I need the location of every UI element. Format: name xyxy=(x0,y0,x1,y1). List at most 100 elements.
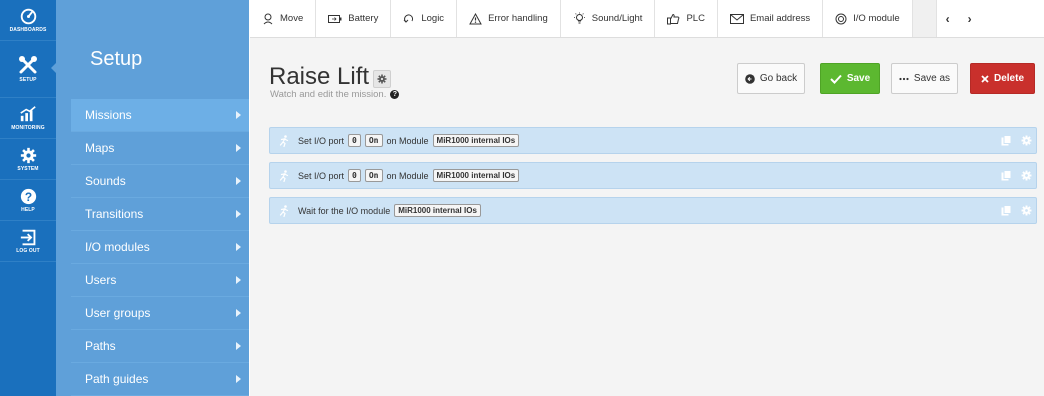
toolbar-plc-label: PLC xyxy=(686,13,705,24)
toolbar-email-address[interactable]: Email address xyxy=(718,0,824,37)
action-category-toolbar: Move Battery Logic Error handling Sound/… xyxy=(250,0,1044,38)
help-question-icon[interactable]: ? xyxy=(390,90,400,99)
mission-settings-button[interactable] xyxy=(373,70,392,88)
menu-item-path-guides[interactable]: Path guides xyxy=(71,363,249,396)
mission-action-row[interactable]: Set I/O port 0 On on Module MiR1000 inte… xyxy=(269,127,1037,154)
action-text: Set I/O port 0 On on Module MiR1000 inte… xyxy=(298,134,520,147)
io-module-icon xyxy=(835,13,847,25)
envelope-icon xyxy=(729,13,744,24)
chevron-right-icon xyxy=(236,276,241,284)
nav-dashboards-label: DASHBOARDS xyxy=(9,26,47,33)
toolbar-prev-button[interactable]: ‹ xyxy=(937,0,959,37)
gear-icon xyxy=(20,147,37,164)
menu-item-users[interactable]: Users xyxy=(71,264,249,297)
toolbar-logic[interactable]: Logic xyxy=(391,0,458,37)
action-text: Set I/O port 0 On on Module MiR1000 inte… xyxy=(298,169,520,182)
toolbar-io-module[interactable]: I/O module xyxy=(823,0,913,37)
close-icon xyxy=(981,74,989,83)
nav-help[interactable]: ? HELP xyxy=(0,180,56,221)
menu-item-label: Missions xyxy=(85,108,132,122)
chevron-right-icon xyxy=(236,243,241,251)
menu-item-label: User groups xyxy=(85,306,151,320)
running-person-icon[interactable] xyxy=(270,128,298,153)
bulb-icon xyxy=(573,12,586,25)
nav-logout[interactable]: LOG OUT xyxy=(0,221,56,262)
menu-item-paths[interactable]: Paths xyxy=(71,330,249,363)
go-back-label: Go back xyxy=(759,73,798,84)
io-state-value[interactable]: On xyxy=(364,169,383,182)
running-person-icon[interactable] xyxy=(270,163,298,188)
dashboard-gauge-icon xyxy=(20,8,37,25)
toolbar-io-module-label: I/O module xyxy=(853,13,900,24)
nav-dashboards[interactable]: DASHBOARDS xyxy=(0,0,56,41)
mission-subtitle: Watch and edit the mission. xyxy=(270,89,387,100)
nav-setup-label: SETUP xyxy=(19,77,37,83)
gear-icon xyxy=(377,74,387,84)
checkmark-icon xyxy=(830,74,842,84)
action-controls xyxy=(996,163,1036,188)
menu-item-label: Paths xyxy=(85,339,116,353)
menu-item-transitions[interactable]: Transitions xyxy=(71,198,249,231)
setup-menu: Missions Maps Sounds Transitions I/O mod… xyxy=(71,99,249,396)
nav-system[interactable]: SYSTEM xyxy=(0,139,56,180)
bar-chart-icon xyxy=(19,105,37,123)
mission-title: Raise Lift xyxy=(269,63,370,90)
toolbar-error-handling[interactable]: Error handling xyxy=(457,0,561,37)
toolbar-battery-label: Battery xyxy=(348,13,379,24)
delete-label: Delete xyxy=(993,73,1024,84)
io-module-value[interactable]: MiR1000 internal IOs xyxy=(432,134,520,147)
io-port-value[interactable]: 0 xyxy=(348,134,361,147)
save-as-label: Save as xyxy=(913,73,951,84)
logout-icon xyxy=(20,229,37,246)
toolbar-move[interactable]: Move xyxy=(250,0,317,37)
menu-item-missions[interactable]: Missions xyxy=(71,99,249,132)
logic-arrow-icon xyxy=(403,13,415,25)
move-pin-icon xyxy=(262,13,274,25)
save-as-button[interactable]: Save as xyxy=(891,63,958,94)
menu-item-maps[interactable]: Maps xyxy=(71,132,249,165)
toolbar-battery[interactable]: Battery xyxy=(316,0,392,37)
gear-icon[interactable] xyxy=(1016,128,1036,153)
toolbar-sound-light[interactable]: Sound/Light xyxy=(561,0,656,37)
mission-editor: Raise Lift Watch and edit the mission. ?… xyxy=(250,38,1044,396)
copy-icon[interactable] xyxy=(996,163,1016,188)
copy-icon[interactable] xyxy=(996,128,1016,153)
gear-icon[interactable] xyxy=(1016,163,1036,188)
action-prefix: Set I/O port xyxy=(298,170,345,181)
action-controls xyxy=(996,128,1036,153)
action-prefix: Wait for the I/O module xyxy=(298,205,391,216)
toolbar-plc[interactable]: PLC xyxy=(655,0,718,37)
menu-item-sounds[interactable]: Sounds xyxy=(71,165,249,198)
gear-icon[interactable] xyxy=(1016,198,1036,223)
nav-logout-label: LOG OUT xyxy=(16,247,40,254)
toolbar-next-button[interactable]: › xyxy=(959,0,981,37)
io-state-value[interactable]: On xyxy=(364,134,383,147)
plc-hand-icon xyxy=(667,13,680,25)
io-port-value[interactable]: 0 xyxy=(348,169,361,182)
delete-button[interactable]: Delete xyxy=(970,63,1035,94)
nav-system-label: SYSTEM xyxy=(17,165,39,172)
copy-icon[interactable] xyxy=(996,198,1016,223)
toolbar-error-handling-label: Error handling xyxy=(488,13,548,24)
io-module-value[interactable]: MiR1000 internal IOs xyxy=(394,204,481,217)
toolbar-sound-light-label: Sound/Light xyxy=(591,13,643,24)
menu-item-io-modules[interactable]: I/O modules xyxy=(71,231,249,264)
action-middle: on Module xyxy=(386,170,429,181)
action-text: Wait for the I/O module MiR1000 internal… xyxy=(298,204,481,217)
nav-setup[interactable]: SETUP xyxy=(0,41,56,98)
tools-icon xyxy=(18,55,38,75)
go-back-button[interactable]: Go back xyxy=(737,63,805,94)
io-module-value[interactable]: MiR1000 internal IOs xyxy=(432,169,520,182)
mission-action-row[interactable]: Wait for the I/O module MiR1000 internal… xyxy=(269,197,1037,224)
chevron-right-icon xyxy=(236,210,241,218)
nav-monitoring[interactable]: MONITORING xyxy=(0,98,56,139)
toolbar-spacer xyxy=(912,0,937,37)
chevron-right-icon xyxy=(236,177,241,185)
menu-item-user-groups[interactable]: User groups xyxy=(71,297,249,330)
chevron-right-icon xyxy=(236,375,241,383)
mission-subtitle-row: Watch and edit the mission. ? xyxy=(270,89,400,100)
mission-action-row[interactable]: Set I/O port 0 On on Module MiR1000 inte… xyxy=(269,162,1037,189)
toolbar-logic-label: Logic xyxy=(421,13,445,24)
running-person-icon[interactable] xyxy=(270,198,298,223)
save-button[interactable]: Save xyxy=(820,63,880,94)
